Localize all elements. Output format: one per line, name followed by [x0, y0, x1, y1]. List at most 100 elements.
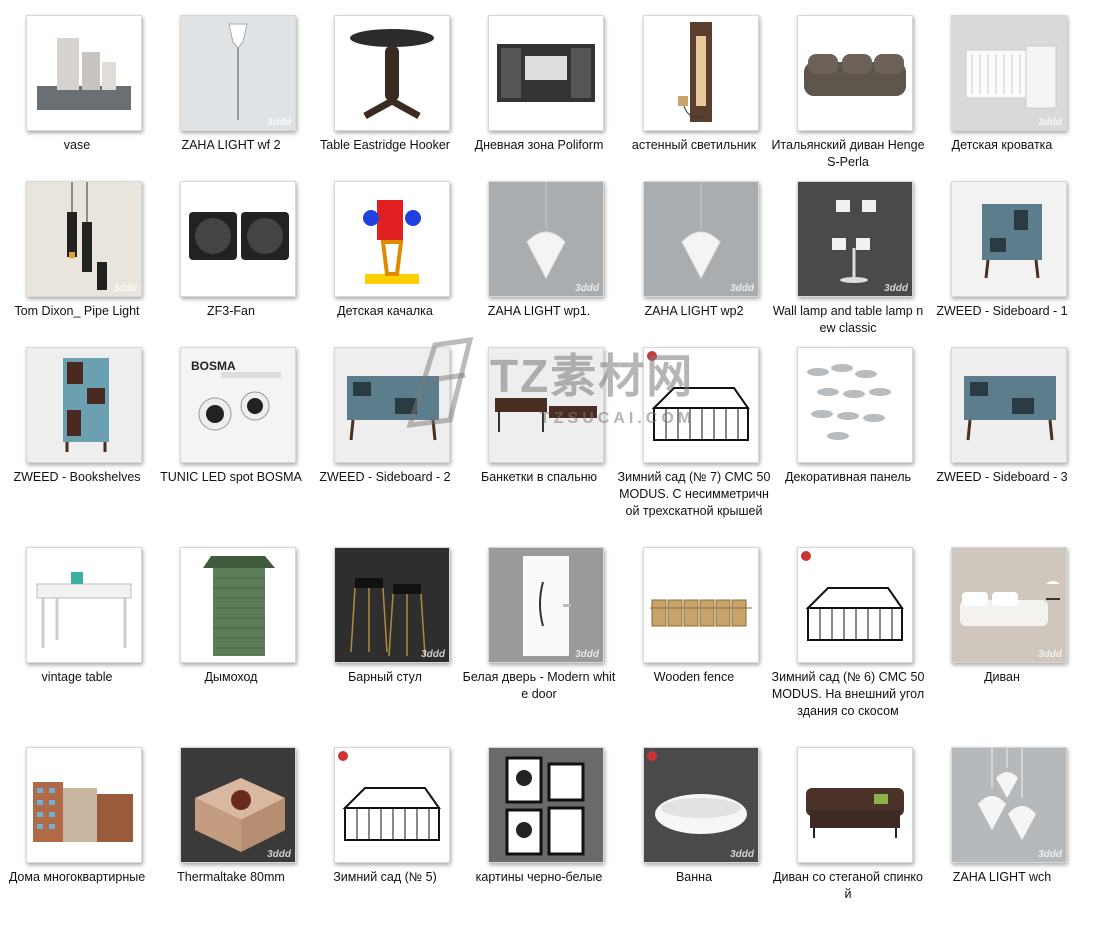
tufted-sofa-thumbnail[interactable]: [797, 747, 913, 863]
file-item[interactable]: Диван со стеганой спинкой: [771, 747, 925, 933]
file-item-label: Детская качалка: [337, 304, 433, 318]
file-item-label: Барный стул: [348, 670, 422, 684]
pictures-thumbnail[interactable]: [488, 747, 604, 863]
sideboard-wide-thumbnail[interactable]: [334, 347, 450, 463]
file-item[interactable]: Банкетки в спальню: [462, 347, 616, 533]
file-item-label: Диван: [984, 670, 1020, 684]
chimney-thumbnail[interactable]: [180, 547, 296, 663]
thumbnail-watermark: 3ddd: [267, 849, 291, 860]
file-item[interactable]: 3ddd Wall lamp and table lamp new classic: [771, 181, 925, 367]
file-item-label: Банкетки в спальню: [480, 470, 598, 484]
round-table-thumbnail[interactable]: [334, 15, 450, 131]
file-item-label: ZAHA LIGHT wch: [952, 870, 1052, 884]
fan-thumbnail[interactable]: 3ddd: [180, 181, 296, 297]
file-item[interactable]: Table Eastridge Hooker: [308, 15, 462, 201]
file-item[interactable]: 3ddd Белая дверь - Modern white door: [462, 547, 616, 733]
greenhouse-thumbnail[interactable]: [797, 547, 913, 663]
file-item[interactable]: BOSMA TUNIC LED spot BOSMA: [154, 347, 308, 533]
file-item-label: vintage table: [41, 670, 113, 684]
file-item[interactable]: 3ddd Wooden fence: [617, 547, 771, 733]
pendant-pipe-thumbnail[interactable]: 3ddd: [26, 181, 142, 297]
file-item-label: ZAHA LIGHT wp1.: [487, 304, 591, 318]
file-item[interactable]: Итальянский диван Henge S-Perla: [771, 15, 925, 201]
file-item-label: Итальянский диван Henge S-Perla: [771, 138, 925, 169]
thumbnail-watermark: 3ddd: [730, 849, 754, 860]
fence-thumbnail[interactable]: 3ddd: [643, 547, 759, 663]
door-thumbnail[interactable]: 3ddd: [488, 547, 604, 663]
crib-thumbnail[interactable]: 3ddd: [951, 15, 1067, 131]
file-item[interactable]: картины черно-белые: [462, 747, 616, 933]
file-item[interactable]: Зимний сад (№ 6) CMC 50 MODUS. На внешни…: [771, 547, 925, 733]
bench-thumbnail[interactable]: [488, 347, 604, 463]
file-item[interactable]: 3ddd Ванна: [617, 747, 771, 933]
svg-text:BOSMA: BOSMA: [191, 359, 236, 373]
classic-lamp-thumbnail[interactable]: 3ddd: [797, 181, 913, 297]
thumbnail-watermark: 3ddd: [421, 649, 445, 660]
spring-rider-thumbnail[interactable]: [334, 181, 450, 297]
bookshelf-thumbnail[interactable]: [26, 347, 142, 463]
thumbnail-watermark: 3ddd: [267, 283, 291, 294]
file-item[interactable]: vase: [0, 15, 154, 201]
file-item-label: Table Eastridge Hooker: [320, 138, 450, 152]
thumbnail-watermark: 3ddd: [113, 283, 137, 294]
file-item[interactable]: ZWEED - Sideboard - 2: [308, 347, 462, 533]
file-item[interactable]: Детская качалка: [308, 181, 462, 367]
file-item[interactable]: 3ddd ZF3-Fan: [154, 181, 308, 367]
file-item-label: Детская кроватка: [951, 138, 1053, 152]
wall-light-thumbnail[interactable]: [643, 15, 759, 131]
file-item-label: TUNIC LED spot BOSMA: [160, 470, 302, 484]
thumbnail-watermark: 3ddd: [575, 649, 599, 660]
floor-lamp-thumbnail[interactable]: 3ddd: [180, 15, 296, 131]
file-item-label: Дымоход: [204, 670, 258, 684]
pendant-lamp-thumbnail[interactable]: 3ddd: [643, 181, 759, 297]
chandelier-thumbnail[interactable]: 3ddd: [951, 747, 1067, 863]
file-item[interactable]: ZWEED - Bookshelves: [0, 347, 154, 533]
white-sofa-thumbnail[interactable]: 3ddd: [951, 547, 1067, 663]
file-item[interactable]: 3ddd ZAHA LIGHT wp2: [617, 181, 771, 367]
pendant-lamp-thumbnail[interactable]: 3ddd: [488, 181, 604, 297]
bathtub-thumbnail[interactable]: 3ddd: [643, 747, 759, 863]
file-item[interactable]: ZWEED - Sideboard - 1: [925, 181, 1079, 367]
file-item-label: Tom Dixon_ Pipe Light: [14, 304, 140, 318]
file-item-label: Белая дверь - Modern white door: [462, 670, 616, 701]
file-item[interactable]: 3ddd Барный стул: [308, 547, 462, 733]
wall-unit-thumbnail[interactable]: [488, 15, 604, 131]
file-item-label: vase: [63, 138, 91, 152]
bar-stool-thumbnail[interactable]: 3ddd: [334, 547, 450, 663]
file-item[interactable]: 3ddd ZAHA LIGHT wp1.: [462, 181, 616, 367]
file-item[interactable]: 3ddd Thermaltake 80mm: [154, 747, 308, 933]
file-item[interactable]: Зимний сад (№ 7) CMC 50 MODUS. С несимме…: [617, 347, 771, 533]
greenhouse-thumbnail[interactable]: [334, 747, 450, 863]
file-item[interactable]: vintage table: [0, 547, 154, 733]
file-item[interactable]: 3ddd Детская кроватка: [925, 15, 1079, 201]
building-thumbnail[interactable]: [26, 747, 142, 863]
file-item[interactable]: 3ddd ZAHA LIGHT wch: [925, 747, 1079, 933]
file-item-label: Декоративная панель: [784, 470, 912, 484]
vase-thumbnail[interactable]: [26, 15, 142, 131]
file-item-label: Диван со стеганой спинкой: [773, 870, 923, 901]
thumbnail-watermark: 3ddd: [267, 117, 291, 128]
file-item[interactable]: астенный светильник: [617, 15, 771, 201]
file-item[interactable]: Декоративная панель: [771, 347, 925, 533]
sideboard-wide-thumbnail[interactable]: [951, 347, 1067, 463]
file-item[interactable]: Дома многоквартирные: [0, 747, 154, 933]
sideboard-tall-thumbnail[interactable]: [951, 181, 1067, 297]
file-item[interactable]: Дневная зона Poliform: [462, 15, 616, 201]
file-item-label: ZWEED - Sideboard - 2: [319, 470, 451, 484]
greenhouse-thumbnail[interactable]: [643, 347, 759, 463]
file-item[interactable]: ZWEED - Sideboard - 3: [925, 347, 1079, 533]
led-spot-thumbnail[interactable]: BOSMA: [180, 347, 296, 463]
file-item[interactable]: 3ddd Диван: [925, 547, 1079, 733]
file-item[interactable]: 3ddd ZAHA LIGHT wf 2: [154, 15, 308, 201]
vintage-table-thumbnail[interactable]: [26, 547, 142, 663]
fan-box-thumbnail[interactable]: 3ddd: [180, 747, 296, 863]
thumbnail-watermark: 3ddd: [1038, 849, 1062, 860]
file-item-label: Зимний сад (№ 7) CMC 50 MODUS. С несимме…: [617, 470, 771, 518]
sofa-thumbnail[interactable]: [797, 15, 913, 131]
file-item-label: ZWEED - Sideboard - 3: [936, 470, 1068, 484]
file-item[interactable]: Зимний сад (№ 5): [308, 747, 462, 933]
thumbnail-watermark: 3ddd: [884, 283, 908, 294]
file-item[interactable]: 3ddd Tom Dixon_ Pipe Light: [0, 181, 154, 367]
fish-panel-thumbnail[interactable]: [797, 347, 913, 463]
file-item[interactable]: Дымоход: [154, 547, 308, 733]
